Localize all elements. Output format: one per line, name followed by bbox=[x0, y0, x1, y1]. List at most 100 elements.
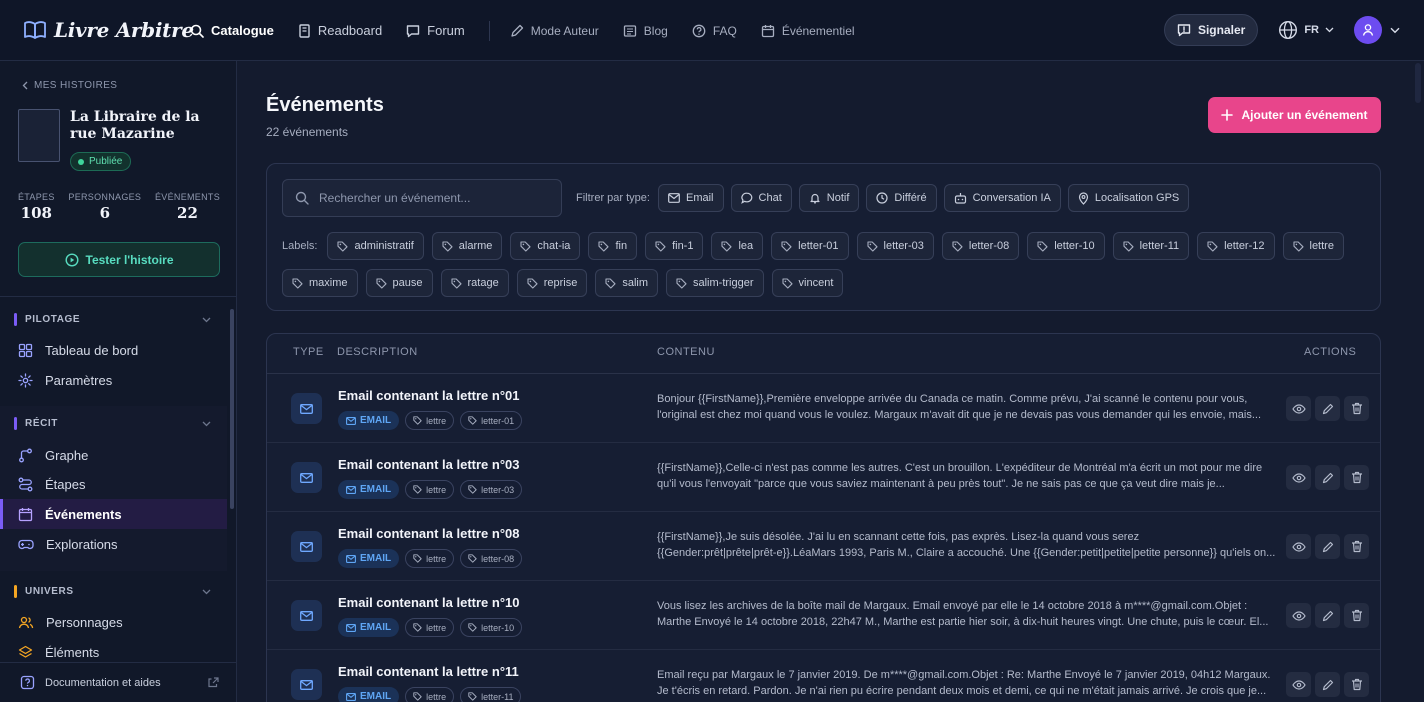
label-chip-letter-01[interactable]: letter-01 bbox=[771, 232, 849, 260]
event-content-line: {{Gender:prêt|prête|prêt-e}}.LéaMars 199… bbox=[657, 547, 1276, 559]
section-pilotage-header[interactable]: PILOTAGE bbox=[14, 313, 211, 326]
section-univers-header[interactable]: UNIVERS bbox=[14, 585, 211, 598]
sidebar-item-parametres[interactable]: Paramètres bbox=[0, 365, 227, 395]
label-chip-reprise[interactable]: reprise bbox=[516, 269, 588, 297]
view-button[interactable] bbox=[1286, 396, 1311, 421]
label-chip-administratif[interactable]: administratif bbox=[327, 232, 424, 260]
filter-type-notif[interactable]: Notif bbox=[798, 184, 860, 212]
nav-evenementiel[interactable]: Événementiel bbox=[761, 24, 855, 38]
nav-readboard-label: Readboard bbox=[317, 23, 383, 38]
label-tag-text: lettre bbox=[426, 622, 447, 633]
column-header-content[interactable]: CONTENU bbox=[657, 346, 715, 358]
label-chip-ratage[interactable]: ratage bbox=[440, 269, 509, 297]
sidebar-item-tableau-de-bord[interactable]: Tableau de bord bbox=[0, 335, 227, 365]
sidebar-item-personnages[interactable]: Personnages bbox=[0, 607, 227, 637]
nav-readboard[interactable]: Readboard bbox=[298, 23, 382, 38]
nav-catalogue[interactable]: Catalogue bbox=[190, 23, 274, 38]
event-title[interactable]: Email contenant la lettre n°11 bbox=[338, 664, 519, 679]
type-tag-email: EMAIL bbox=[338, 618, 400, 637]
event-title[interactable]: Email contenant la lettre n°03 bbox=[338, 457, 519, 472]
label-tag: lettre bbox=[405, 549, 455, 568]
main-scroll-thumb[interactable] bbox=[1415, 63, 1421, 103]
main-scrollbar[interactable] bbox=[1412, 61, 1424, 702]
label-chip-fin[interactable]: fin bbox=[588, 232, 638, 260]
sidebar-item-graphe[interactable]: Graphe bbox=[0, 440, 227, 470]
sidebar-item-label: Paramètres bbox=[45, 372, 113, 388]
table-row[interactable]: Email contenant la lettre n°01 EMAIL lettr… bbox=[267, 374, 1380, 443]
sidebar-item-etapes[interactable]: Étapes bbox=[0, 469, 227, 499]
edit-button[interactable] bbox=[1315, 672, 1340, 697]
nav-blog[interactable]: Blog bbox=[623, 24, 668, 38]
nav-faq[interactable]: FAQ bbox=[692, 24, 737, 38]
language-selector[interactable]: FR bbox=[1272, 20, 1340, 40]
label-tag: letter-03 bbox=[460, 480, 523, 499]
edit-button[interactable] bbox=[1315, 465, 1340, 490]
edit-button[interactable] bbox=[1315, 396, 1340, 421]
sidebar-scrollbar[interactable] bbox=[230, 309, 234, 509]
event-title[interactable]: Email contenant la lettre n°10 bbox=[338, 595, 519, 610]
edit-button[interactable] bbox=[1315, 534, 1340, 559]
filter-type-localisation-gps[interactable]: Localisation GPS bbox=[1067, 184, 1190, 212]
column-header-description[interactable]: DESCRIPTION bbox=[337, 346, 418, 358]
type-tag-email: EMAIL bbox=[338, 549, 400, 568]
label-chip-salim-trigger[interactable]: salim-trigger bbox=[666, 269, 764, 297]
delete-button[interactable] bbox=[1344, 465, 1369, 490]
user-menu[interactable] bbox=[1354, 16, 1400, 44]
sidebar-item-evenements[interactable]: Événements bbox=[0, 499, 227, 529]
search-input[interactable]: Rechercher un événement... bbox=[282, 179, 562, 217]
app-logo[interactable]: Livre Arbitre bbox=[24, 18, 194, 42]
tag-icon bbox=[468, 485, 477, 494]
chip-label: Différé bbox=[894, 192, 927, 204]
table-row[interactable]: Email contenant la lettre n°11 EMAIL lettr… bbox=[267, 650, 1380, 702]
delete-button[interactable] bbox=[1344, 672, 1369, 697]
event-tags: EMAIL lettre letter-11 bbox=[338, 687, 522, 702]
section-recit-header[interactable]: RÉCIT bbox=[14, 417, 211, 430]
filter-type-conversation-ia[interactable]: Conversation IA bbox=[943, 184, 1061, 212]
view-button[interactable] bbox=[1286, 603, 1311, 628]
view-button[interactable] bbox=[1286, 465, 1311, 490]
edit-button[interactable] bbox=[1315, 603, 1340, 628]
table-row[interactable]: Email contenant la lettre n°03 EMAIL lettr… bbox=[267, 443, 1380, 512]
label-chip-letter-12[interactable]: letter-12 bbox=[1197, 232, 1275, 260]
filter-type-email[interactable]: Email bbox=[658, 184, 724, 212]
label-chip-pause[interactable]: pause bbox=[365, 269, 433, 297]
label-chip-vincent[interactable]: vincent bbox=[771, 269, 844, 297]
signal-button[interactable]: Signaler bbox=[1163, 14, 1259, 46]
filter-type-differe[interactable]: Différé bbox=[866, 184, 937, 212]
delete-button[interactable] bbox=[1344, 603, 1369, 628]
label-chip-text: chat-ia bbox=[537, 240, 571, 252]
label-chip-letter-11[interactable]: letter-11 bbox=[1112, 232, 1190, 260]
table-row[interactable]: Email contenant la lettre n°10 EMAIL lettr… bbox=[267, 581, 1380, 650]
nav-mode-auteur[interactable]: Mode Auteur bbox=[510, 24, 599, 38]
back-to-stories-link[interactable]: MES HISTOIRES bbox=[22, 80, 117, 91]
sidebar-item-explorations[interactable]: Explorations bbox=[0, 529, 227, 559]
view-button[interactable] bbox=[1286, 672, 1311, 697]
label-chip-fin-1[interactable]: fin-1 bbox=[645, 232, 704, 260]
label-chip-lettre[interactable]: lettre bbox=[1282, 232, 1344, 260]
delete-button[interactable] bbox=[1344, 534, 1369, 559]
event-title[interactable]: Email contenant la lettre n°01 bbox=[338, 388, 519, 403]
column-header-type[interactable]: TYPE bbox=[293, 346, 324, 358]
label-chip-salim[interactable]: salim bbox=[595, 269, 658, 297]
label-chip-letter-03[interactable]: letter-03 bbox=[856, 232, 934, 260]
labels-title: Labels: bbox=[282, 240, 318, 252]
label-chip-letter-08[interactable]: letter-08 bbox=[941, 232, 1020, 260]
label-chip-lea[interactable]: lea bbox=[711, 232, 764, 260]
event-title[interactable]: Email contenant la lettre n°08 bbox=[338, 526, 519, 541]
nav-forum[interactable]: Forum bbox=[406, 23, 465, 38]
label-chip-chat-ia[interactable]: chat-ia bbox=[510, 232, 581, 260]
test-story-button[interactable]: Tester l'histoire bbox=[18, 242, 220, 277]
table-row[interactable]: Email contenant la lettre n°08 EMAIL lettr… bbox=[267, 512, 1380, 581]
mail-icon bbox=[291, 462, 322, 493]
label-chip-letter-10[interactable]: letter-10 bbox=[1027, 232, 1105, 260]
filter-type-chat[interactable]: Chat bbox=[730, 184, 792, 212]
delete-button[interactable] bbox=[1344, 396, 1369, 421]
label-chip-alarme[interactable]: alarme bbox=[431, 232, 503, 260]
label-chip-maxime[interactable]: maxime bbox=[282, 269, 358, 297]
add-event-button[interactable]: Ajouter un événement bbox=[1208, 97, 1381, 133]
documentation-link[interactable]: Documentation et aides bbox=[0, 662, 236, 702]
trash-icon bbox=[1351, 402, 1363, 415]
label-tag: lettre bbox=[405, 411, 455, 430]
book-open-icon bbox=[24, 20, 46, 40]
view-button[interactable] bbox=[1286, 534, 1311, 559]
